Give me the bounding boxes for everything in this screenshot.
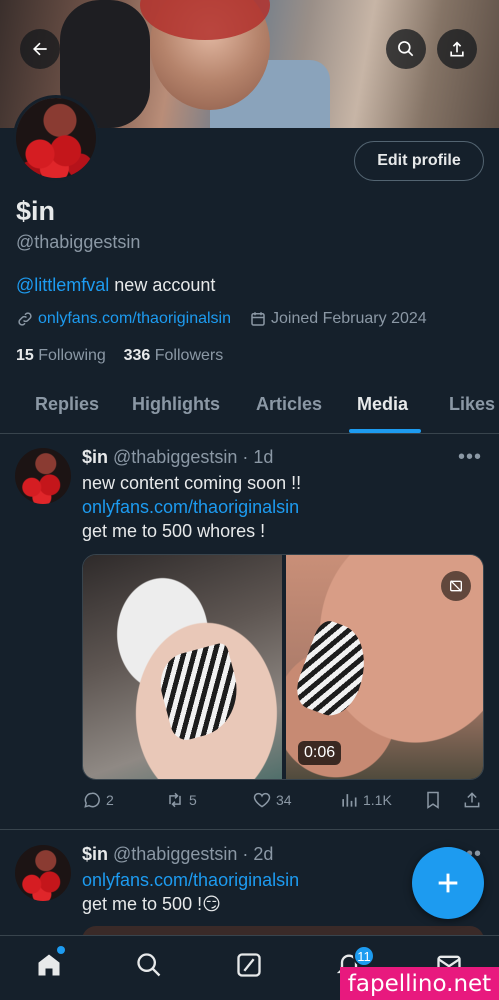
media-detail (153, 641, 248, 744)
post-text: new content coming soon !! onlyfans.com/… (82, 471, 301, 543)
share-button[interactable] (437, 29, 477, 69)
home-icon (38, 954, 60, 976)
back-arrow-icon (33, 42, 47, 56)
profile-name: $in (16, 196, 56, 226)
followers-link[interactable]: 336 Followers (124, 347, 224, 364)
post-meta: @thabiggestsin · 2d (108, 844, 274, 864)
post-link[interactable]: onlyfans.com/thaoriginalsin (82, 495, 301, 519)
plus-icon (438, 873, 458, 893)
avatar-roses-image (16, 98, 96, 178)
repost-button[interactable]: 5 (165, 790, 197, 810)
bio-mention-link[interactable]: @littlemfval (16, 275, 109, 295)
profile-meta: onlyfans.com/thaoriginalsin Joined Febru… (16, 310, 427, 328)
video-duration: 0:06 (298, 741, 342, 765)
post-text-line: get me to 500 whores ! (82, 521, 266, 541)
post-author-name[interactable]: $in (82, 447, 108, 467)
calendar-icon (251, 312, 265, 326)
share-icon (450, 41, 464, 57)
profile-website-link[interactable]: onlyfans.com/thaoriginalsin (38, 310, 231, 328)
edit-profile-button[interactable]: Edit profile (354, 141, 484, 181)
search-button[interactable] (386, 29, 426, 69)
like-button[interactable]: 34 (252, 790, 292, 810)
tab-replies[interactable]: Replies (35, 394, 99, 415)
post-header: $in @thabiggestsin · 1d (82, 447, 273, 468)
more-options-icon[interactable]: ••• (458, 446, 482, 469)
profile-handle: @thabiggestsin (16, 232, 141, 252)
watermark: fapellino.net (340, 967, 499, 1000)
post-meta: @thabiggestsin · 1d (108, 447, 274, 467)
post-text-line: new content coming soon !! (82, 473, 302, 493)
grok-icon (237, 953, 261, 977)
media-image[interactable] (83, 555, 282, 779)
post-link[interactable]: onlyfans.com/thaoriginalsin (82, 868, 299, 892)
tab-highlights[interactable]: Highlights (132, 394, 220, 415)
post-actions: 2 5 34 1.1K (82, 790, 484, 814)
search-icon (398, 41, 414, 57)
heart-icon (253, 792, 271, 808)
post-text-line: get me to 500 !😏 (82, 894, 221, 914)
post-media-grid[interactable]: 0:06 (82, 554, 484, 780)
nav-home[interactable] (34, 950, 64, 980)
compose-button[interactable] (412, 847, 484, 919)
link-icon (18, 312, 32, 326)
tab-likes[interactable]: Likes (449, 394, 495, 415)
bookmark-icon (427, 791, 439, 809)
nav-search[interactable] (134, 950, 164, 980)
follow-counts: 15 Following 336 Followers (16, 347, 223, 365)
reply-icon (84, 792, 100, 808)
repost-count: 5 (189, 792, 197, 808)
post-avatar-image (15, 448, 71, 504)
back-button[interactable] (20, 29, 60, 69)
profile-bio: @littlemfval new account (16, 275, 215, 296)
active-tab-indicator (349, 429, 421, 433)
tab-media[interactable]: Media (357, 394, 408, 415)
post-avatar[interactable] (15, 845, 71, 901)
nav-grok[interactable] (234, 950, 264, 980)
tab-articles[interactable]: Articles (256, 394, 322, 415)
reply-button[interactable]: 2 (82, 790, 114, 810)
post-avatar-image (15, 845, 71, 901)
bio-text: new account (109, 275, 216, 295)
media-detail (290, 617, 378, 723)
profile-tabs: Replies Highlights Articles Media Likes (0, 376, 499, 434)
share-icon (464, 792, 480, 808)
post-share-button[interactable] (462, 790, 486, 810)
post-text: onlyfans.com/thaoriginalsin get me to 50… (82, 868, 299, 916)
sensitive-media-icon[interactable] (441, 571, 471, 601)
post-author-name[interactable]: $in (82, 844, 108, 864)
profile-avatar[interactable] (13, 95, 99, 181)
post-header: $in @thabiggestsin · 2d (82, 844, 273, 865)
views-button[interactable]: 1.1K (339, 790, 392, 810)
following-link[interactable]: 15 Following (16, 347, 106, 364)
post-avatar[interactable] (15, 448, 71, 504)
home-notification-dot (57, 946, 65, 954)
views-icon (342, 794, 357, 807)
reply-count: 2 (106, 792, 114, 808)
search-icon (137, 953, 161, 977)
notifications-badge: 11 (353, 945, 375, 967)
joined-date: Joined February 2024 (271, 310, 427, 327)
post-divider (0, 829, 499, 830)
repost-icon (169, 792, 181, 808)
bookmark-button[interactable] (423, 790, 447, 810)
like-count: 34 (276, 792, 292, 808)
view-count: 1.1K (363, 792, 392, 808)
